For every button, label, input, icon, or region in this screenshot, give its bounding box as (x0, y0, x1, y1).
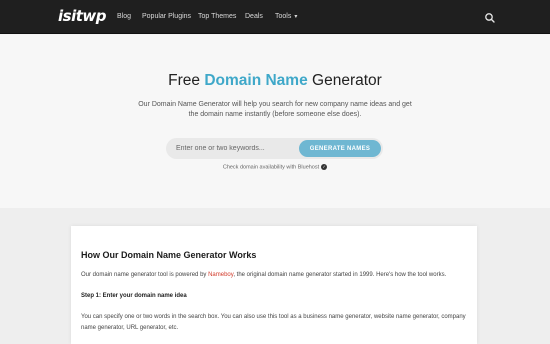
search-icon[interactable] (484, 11, 496, 23)
checkmark-badge-icon: ✓ (321, 164, 328, 170)
title-accent: Domain Name (204, 72, 308, 89)
step-1-heading: Step 1: Enter your domain name idea (81, 293, 187, 299)
intro-text-end: , the original domain name generator sta… (233, 272, 447, 278)
site-logo[interactable]: isitwp (58, 7, 106, 25)
nav-item-tools-label: Tools (275, 13, 292, 20)
nav-item-popular-plugins[interactable]: Popular Plugins (142, 13, 191, 20)
generate-names-button[interactable]: GENERATE NAMES (299, 140, 381, 157)
keyword-search-box: GENERATE NAMES (166, 138, 383, 159)
hero-section (0, 35, 550, 208)
nav-item-tools[interactable]: Tools ▾ (275, 13, 297, 20)
article-intro: Our domain name generator tool is powere… (81, 272, 471, 278)
hero-description: Our Domain Name Generator will help you … (138, 101, 412, 118)
keyword-input[interactable] (176, 142, 294, 155)
nav-item-blog[interactable]: Blog (117, 13, 131, 20)
nav-item-deals[interactable]: Deals (245, 13, 263, 20)
title-prefix: Free (168, 72, 205, 89)
article-heading: How Our Domain Name Generator Works (81, 250, 257, 260)
nameboy-link[interactable]: Nameboy (208, 272, 233, 278)
intro-text-start: Our domain name generator tool is powere… (81, 272, 209, 278)
title-suffix: Generator (307, 72, 382, 89)
availability-note: Check domain availability with Bluehost ✓ (0, 164, 550, 170)
chevron-down-icon: ▾ (294, 14, 298, 20)
top-navigation-bar: isitwp Blog Popular Plugins Top Themes D… (0, 0, 550, 34)
step-1-description: You can specify one or two words in the … (81, 314, 466, 331)
page-title: Free Domain Name Generator (0, 72, 550, 90)
nav-item-top-themes[interactable]: Top Themes (198, 13, 236, 20)
availability-note-text: Check domain availability with Bluehost (222, 164, 320, 171)
article-card: How Our Domain Name Generator Works Our … (71, 226, 477, 344)
